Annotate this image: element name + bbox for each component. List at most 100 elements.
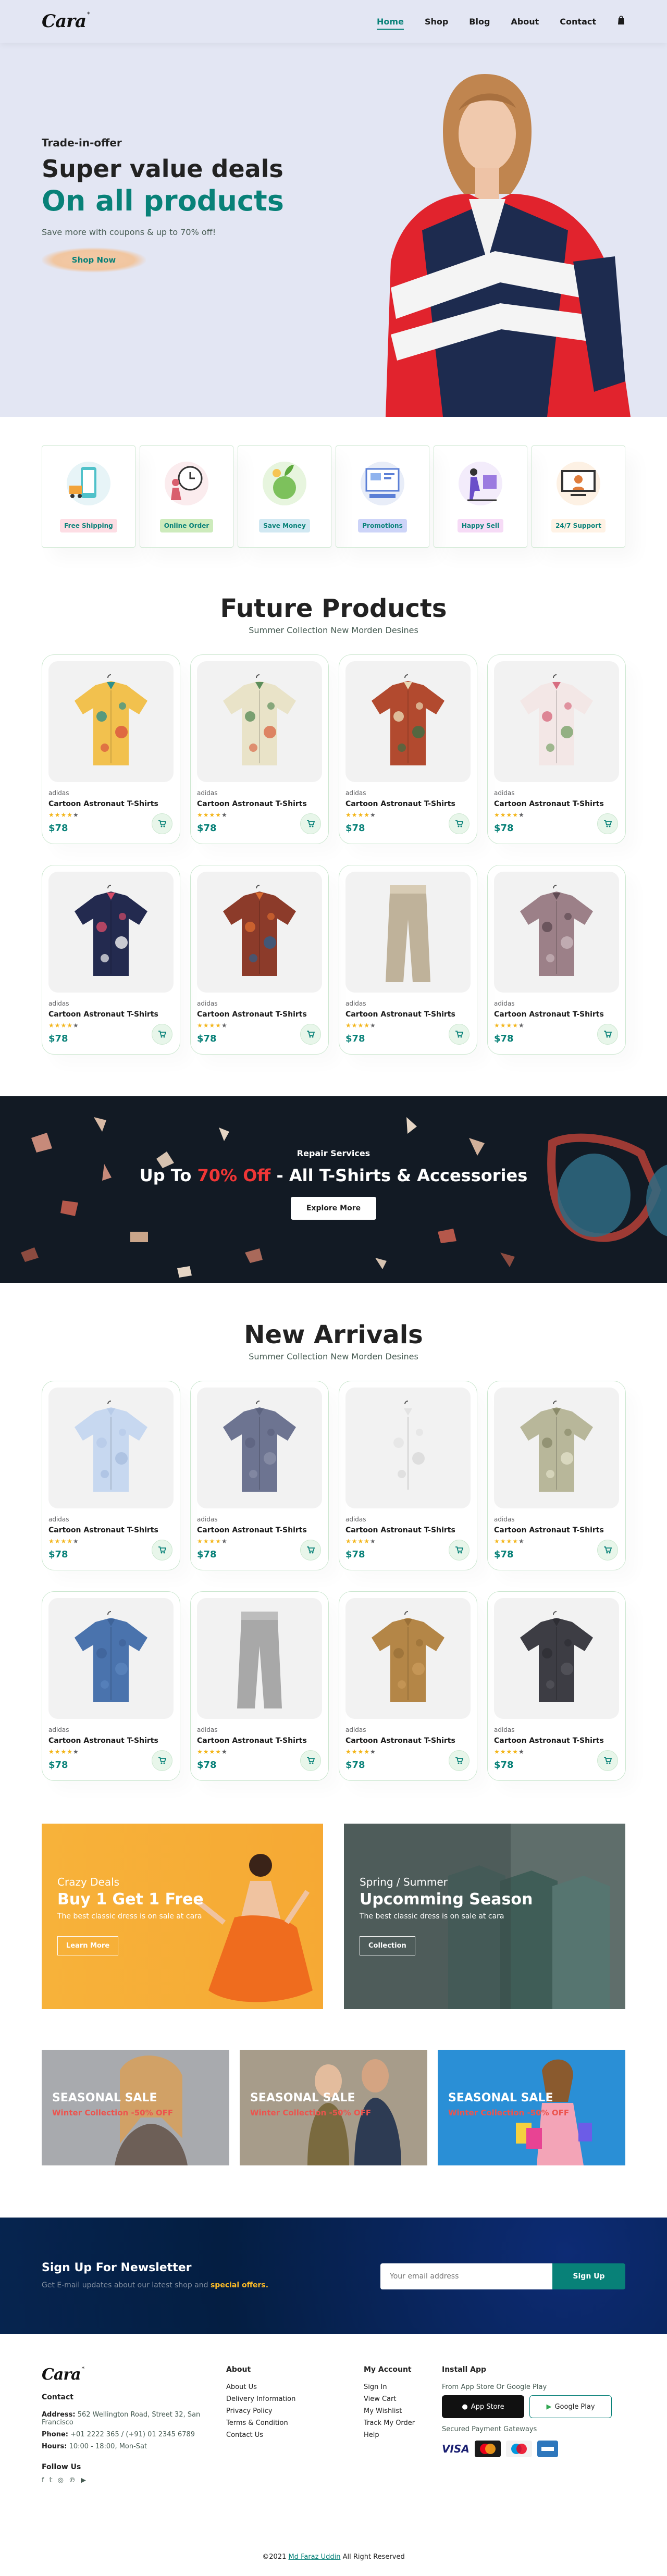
product-card[interactable]: adidas Cartoon Astronaut T-Shirts ★★★★★ $78: [487, 865, 626, 1055]
author-link[interactable]: Md Faraz Uddin: [288, 2553, 340, 2561]
collection-button[interactable]: Collection: [360, 1936, 415, 1955]
product-image[interactable]: [48, 661, 174, 782]
bag-icon[interactable]: [617, 16, 625, 27]
product-image[interactable]: [494, 1388, 619, 1508]
learn-more-button[interactable]: Learn More: [57, 1936, 119, 1955]
add-to-cart-button[interactable]: [300, 1540, 321, 1561]
product-card[interactable]: adidas Cartoon Astronaut T-Shirts ★★★★★ $78: [42, 1381, 180, 1570]
product-image[interactable]: [345, 1388, 471, 1508]
cart-icon: [307, 820, 315, 827]
instagram-icon[interactable]: ◎: [58, 2476, 64, 2484]
product-image[interactable]: [345, 872, 471, 993]
footer-link[interactable]: Sign In: [364, 2383, 415, 2391]
nav-home[interactable]: Home: [377, 17, 404, 27]
google-play-button[interactable]: ▶ Google Play: [529, 2395, 612, 2418]
add-to-cart-button[interactable]: [300, 813, 321, 834]
footer-link[interactable]: About Us: [226, 2383, 295, 2391]
add-to-cart-button[interactable]: [449, 813, 470, 834]
explore-more-button[interactable]: Explore More: [290, 1197, 377, 1220]
product-image[interactable]: [494, 661, 619, 782]
footer-link[interactable]: My Wishlist: [364, 2407, 415, 2415]
product-image[interactable]: [48, 872, 174, 993]
logo[interactable]: Cara *: [42, 11, 90, 32]
product-card[interactable]: adidas Cartoon Astronaut T-Shirts ★★★★★ $78: [339, 865, 477, 1055]
about-heading: About: [226, 2366, 251, 2374]
add-to-cart-button[interactable]: [449, 1750, 470, 1771]
footer-link[interactable]: Help: [364, 2431, 415, 2439]
pinterest-icon[interactable]: ℗: [69, 2476, 76, 2484]
footer-link[interactable]: View Cart: [364, 2395, 415, 2403]
product-card[interactable]: adidas Cartoon Astronaut T-Shirts ★★★★★ $78: [190, 1591, 329, 1781]
product-card[interactable]: adidas Cartoon Astronaut T-Shirts ★★★★★ $78: [339, 1591, 477, 1781]
nav-about[interactable]: About: [511, 17, 539, 27]
product-image[interactable]: [48, 1388, 174, 1508]
product-card[interactable]: adidas Cartoon Astronaut T-Shirts ★★★★★ $78: [339, 654, 477, 844]
app-store-button[interactable]: ● App Store: [442, 2395, 524, 2418]
add-to-cart-button[interactable]: [597, 1540, 618, 1561]
nav-shop[interactable]: Shop: [425, 17, 448, 27]
product-card[interactable]: adidas Cartoon Astronaut T-Shirts ★★★★★ $78: [487, 1591, 626, 1781]
product-name: Cartoon Astronaut T-Shirts: [197, 1526, 307, 1534]
add-to-cart-button[interactable]: [152, 1750, 172, 1771]
product-image[interactable]: [197, 872, 322, 993]
add-to-cart-button[interactable]: [300, 1024, 321, 1045]
add-to-cart-button[interactable]: [152, 1540, 172, 1561]
product-image[interactable]: [197, 1388, 322, 1508]
visa-icon: VISA: [442, 2443, 470, 2455]
promo-title: Buy 1 Get 1 Free: [57, 1890, 204, 1909]
footer-link[interactable]: Track My Order: [364, 2419, 415, 2427]
product-brand: adidas: [494, 1516, 515, 1523]
seasonal-banner-2[interactable]: SEASONAL SALE Winter Collection -50% OFF: [240, 2050, 427, 2165]
product-image[interactable]: [197, 661, 322, 782]
featured-subtitle: Summer Collection New Morden Desines: [249, 625, 418, 635]
footer-link[interactable]: Terms & Condition: [226, 2419, 295, 2427]
new-arrivals-grid: adidas Cartoon Astronaut T-Shirts ★★★★★ $78…: [42, 1381, 626, 1781]
youtube-icon[interactable]: ▶: [81, 2476, 86, 2484]
product-card[interactable]: adidas Cartoon Astronaut T-Shirts ★★★★★ $78: [190, 865, 329, 1055]
footer-link[interactable]: Delivery Information: [226, 2395, 295, 2403]
product-name: Cartoon Astronaut T-Shirts: [197, 1010, 307, 1019]
facebook-icon[interactable]: f: [42, 2476, 44, 2484]
money-icon: [263, 462, 306, 505]
feature-label: Happy Sell: [457, 519, 504, 532]
add-to-cart-button[interactable]: [152, 813, 172, 834]
add-to-cart-button[interactable]: [152, 1024, 172, 1045]
product-card[interactable]: adidas Cartoon Astronaut T-Shirts ★★★★★ $78: [42, 1591, 180, 1781]
product-image[interactable]: [48, 1598, 174, 1719]
product-image[interactable]: [197, 1598, 322, 1719]
add-to-cart-button[interactable]: [449, 1024, 470, 1045]
product-card[interactable]: adidas Cartoon Astronaut T-Shirts ★★★★★ $78: [339, 1381, 477, 1570]
product-image[interactable]: [494, 872, 619, 993]
product-card[interactable]: adidas Cartoon Astronaut T-Shirts ★★★★★ $78: [190, 654, 329, 844]
add-to-cart-button[interactable]: [597, 813, 618, 834]
cart-icon: [307, 1757, 315, 1764]
featured-products-grid: adidas Cartoon Astronaut T-Shirts ★★★★★ $78…: [42, 654, 626, 1055]
seasonal-banner-3[interactable]: SEASONAL SALE Winter Collection -50% OFF: [438, 2050, 625, 2165]
product-card[interactable]: adidas Cartoon Astronaut T-Shirts ★★★★★ $78: [190, 1381, 329, 1570]
footer-install: Install App From App Store Or Google Pla…: [442, 2366, 625, 2457]
product-image[interactable]: [345, 661, 471, 782]
nav-blog[interactable]: Blog: [469, 17, 490, 27]
nav-contact[interactable]: Contact: [560, 17, 596, 27]
add-to-cart-button[interactable]: [597, 1750, 618, 1771]
product-image[interactable]: [345, 1598, 471, 1719]
sign-up-button[interactable]: Sign Up: [552, 2263, 625, 2289]
footer-link[interactable]: Contact Us: [226, 2431, 295, 2439]
add-to-cart-button[interactable]: [597, 1024, 618, 1045]
product-image[interactable]: [494, 1598, 619, 1719]
add-to-cart-button[interactable]: [449, 1540, 470, 1561]
seasonal-banner-1[interactable]: SEASONAL SALE Winter Collection -50% OFF: [42, 2050, 229, 2165]
product-card[interactable]: adidas Cartoon Astronaut T-Shirts ★★★★★ $78: [42, 654, 180, 844]
apple-icon: ●: [462, 2402, 468, 2411]
cart-icon: [455, 1031, 463, 1038]
newsletter-email-input[interactable]: [380, 2263, 552, 2289]
footer-logo[interactable]: Cara *: [42, 2366, 208, 2384]
twitter-icon[interactable]: 𝕥: [50, 2476, 53, 2484]
shop-now-button[interactable]: Shop Now: [42, 247, 146, 273]
add-to-cart-button[interactable]: [300, 1750, 321, 1771]
product-card[interactable]: adidas Cartoon Astronaut T-Shirts ★★★★★ $78: [487, 1381, 626, 1570]
seasonal-title: SEASONAL SALE: [250, 2091, 355, 2104]
footer-link[interactable]: Privacy Policy: [226, 2407, 295, 2415]
product-card[interactable]: adidas Cartoon Astronaut T-Shirts ★★★★★ $78: [487, 654, 626, 844]
product-card[interactable]: adidas Cartoon Astronaut T-Shirts ★★★★★ $78: [42, 865, 180, 1055]
